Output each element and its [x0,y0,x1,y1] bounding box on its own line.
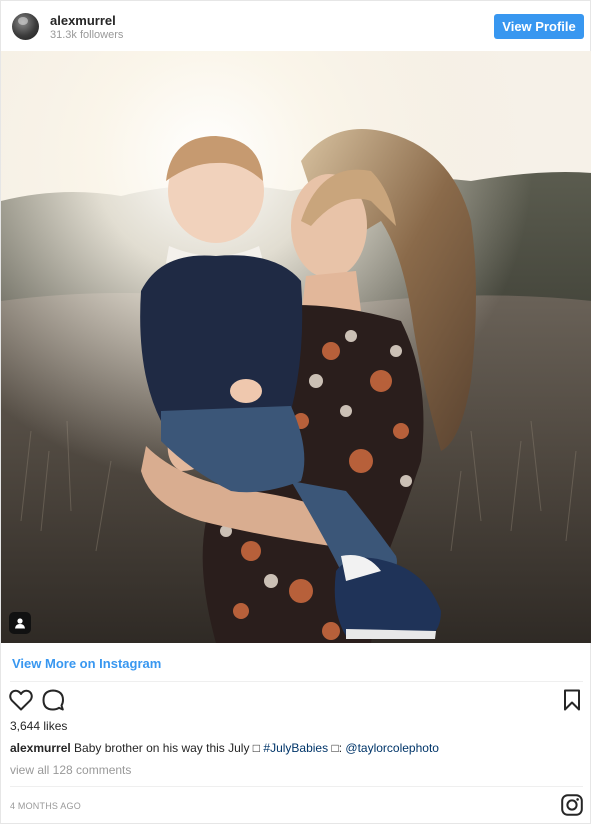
view-more-on-instagram-link[interactable]: View More on Instagram [12,656,161,671]
caption-username[interactable]: alexmurrel [10,741,71,755]
post-photo[interactable] [1,51,591,643]
follower-count: 31.3k followers [50,29,124,41]
username[interactable]: alexmurrel [50,13,116,28]
user-tag-icon[interactable] [9,612,31,634]
avatar[interactable] [12,13,39,40]
post-caption: alexmurrel Baby brother on his way this … [10,741,439,755]
caption-text-mid: □: [331,741,343,755]
caption-mention[interactable]: @taylorcolephoto [345,741,439,755]
caption-hashtag[interactable]: #JulyBabies [263,741,328,755]
photo-illustration [1,51,591,643]
view-profile-button[interactable]: View Profile [494,14,584,39]
view-all-comments-link[interactable]: view all 128 comments [10,763,131,777]
comment-icon[interactable] [41,688,65,712]
post-timestamp: 4 MONTHS AGO [10,801,81,811]
post-header: alexmurrel 31.3k followers View Profile [1,1,591,51]
divider [10,786,583,787]
heart-icon[interactable] [9,689,33,711]
instagram-embed-card: alexmurrel 31.3k followers View Profile [0,0,591,824]
instagram-icon[interactable] [561,794,583,816]
divider [10,681,583,682]
bookmark-icon[interactable] [563,689,581,711]
caption-text: Baby brother on his way this July □ [74,741,261,755]
like-count[interactable]: 3,644 likes [10,719,67,733]
